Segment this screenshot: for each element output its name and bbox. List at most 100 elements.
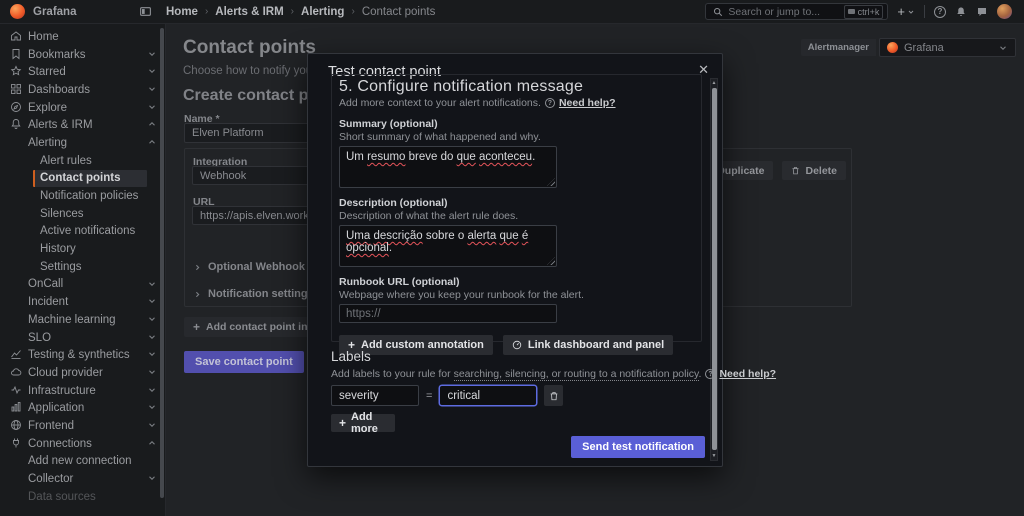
alertmanager-label: Alertmanager: [801, 39, 876, 56]
chevron-down-icon: [147, 349, 157, 359]
resize-handle-icon[interactable]: [547, 178, 555, 186]
need-help-link[interactable]: Need help?: [559, 97, 616, 109]
brand-area: Grafana: [0, 4, 166, 19]
summary-description: Short summary of what happened and why.: [339, 131, 693, 143]
chevron-up-icon: [147, 137, 157, 147]
sidebar-item-contact-points[interactable]: Contact points: [0, 170, 165, 188]
runbook-url-input[interactable]: https://: [339, 304, 557, 323]
sidebar-item-cloud-provider[interactable]: Cloud provider: [0, 364, 165, 382]
topbar-divider: [924, 5, 925, 18]
breadcrumb-home[interactable]: Home: [166, 6, 198, 18]
message-icon[interactable]: [976, 6, 988, 18]
sidebar-item-machine-learning[interactable]: Machine learning: [0, 311, 165, 329]
sidebar-item-alerting[interactable]: Alerting: [0, 134, 165, 152]
runbook-field-block: Runbook URL (optional) Webpage where you…: [339, 276, 693, 323]
grafana-app: Grafana Home › Alerts & IRM › Alerting ›…: [0, 0, 1024, 516]
scrollbar-thumb[interactable]: [712, 88, 717, 450]
sidebar-item-explore[interactable]: Explore: [0, 99, 165, 117]
sidebar-item-testing-synthetics[interactable]: Testing & synthetics: [0, 346, 165, 364]
sidebar-item-add-new-connection[interactable]: Add new connection: [0, 453, 165, 471]
sidebar-item-collector[interactable]: Collector: [0, 470, 165, 488]
search-icon: [713, 7, 723, 17]
send-test-notification-button[interactable]: Send test notification: [571, 436, 705, 458]
chevron-down-icon: [147, 84, 157, 94]
grafana-logo-icon[interactable]: [10, 4, 25, 19]
link-dashboard-and-panel-button[interactable]: Link dashboard and panel: [503, 335, 673, 355]
dock-sidebar-icon[interactable]: [139, 5, 152, 18]
description-textarea[interactable]: Uma descrição sobre o alerta que é opcio…: [339, 225, 557, 267]
sidebar-item-alerts-irm[interactable]: Alerts & IRM: [0, 116, 165, 134]
sidebar-item-incident[interactable]: Incident: [0, 293, 165, 311]
test-contact-point-modal: Test contact point ✕ ▲ ▼ 5. Configure no…: [307, 53, 723, 467]
search-shortcut-kbd: ctrl+k: [844, 5, 884, 19]
chevron-right-icon: [193, 290, 202, 299]
brand-name: Grafana: [33, 6, 76, 18]
breadcrumb-alerting[interactable]: Alerting: [301, 6, 344, 18]
breadcrumb-separator: ›: [291, 6, 294, 17]
plus-icon: +: [339, 416, 346, 430]
sidebar-nav: HomeBookmarksStarredDashboardsExploreAle…: [0, 24, 166, 516]
chevron-up-icon: [147, 438, 157, 448]
notification-settings-toggle[interactable]: Notification settings: [193, 288, 314, 300]
breadcrumb: Home › Alerts & IRM › Alerting › Contact…: [166, 6, 435, 18]
chevron-down-icon: [147, 314, 157, 324]
sidebar-item-infrastructure[interactable]: Infrastructure: [0, 382, 165, 400]
sidebar-item-alert-rules[interactable]: Alert rules: [0, 152, 165, 170]
search-input[interactable]: Search or jump to... ctrl+k: [705, 3, 888, 20]
labels-description: Add labels to your rule for searching, s…: [331, 368, 701, 380]
remove-label-button[interactable]: [544, 385, 563, 406]
avatar[interactable]: [997, 4, 1012, 19]
sidebar-item-application[interactable]: Application: [0, 399, 165, 417]
delete-button[interactable]: Delete: [782, 161, 846, 180]
sidebar-item-data-sources[interactable]: Data sources: [0, 488, 165, 506]
chevron-down-icon: [147, 332, 157, 342]
summary-textarea[interactable]: Um resumo breve do que aconteceu.: [339, 146, 557, 188]
modal-body: 5. Configure notification message Add mo…: [331, 74, 702, 432]
sidebar-item-home[interactable]: Home: [0, 28, 165, 46]
sidebar-item-slo[interactable]: SLO: [0, 329, 165, 347]
chevron-down-icon: [147, 367, 157, 377]
sidebar-item-starred[interactable]: Starred: [0, 63, 165, 81]
chevron-up-icon: [147, 119, 157, 129]
sidebar-item-dashboards[interactable]: Dashboards: [0, 81, 165, 99]
resize-handle-icon[interactable]: [547, 257, 555, 265]
sidebar-item-history[interactable]: History: [0, 240, 165, 258]
new-menu-button[interactable]: +: [897, 4, 915, 19]
sidebar-item-silences[interactable]: Silences: [0, 205, 165, 223]
sidebar-item-oncall[interactable]: OnCall: [0, 276, 165, 294]
add-more-button[interactable]: + Add more: [331, 414, 395, 432]
modal-scrollbar[interactable]: ▲ ▼: [710, 78, 718, 461]
breadcrumb-alerts-irm[interactable]: Alerts & IRM: [215, 6, 283, 18]
breadcrumb-separator: ›: [351, 6, 354, 17]
label-row: severity = critical: [331, 385, 702, 406]
label-value-input[interactable]: critical: [439, 385, 537, 406]
activity-icon: [10, 384, 22, 396]
notifications-bell-icon[interactable]: [955, 6, 967, 18]
help-icon[interactable]: ?: [934, 6, 946, 18]
label-key-input[interactable]: severity: [331, 385, 419, 406]
chevron-down-icon: [147, 66, 157, 76]
sidebar-item-notification-policies[interactable]: Notification policies: [0, 187, 165, 205]
sidebar-item-settings[interactable]: Settings: [0, 258, 165, 276]
labels-need-help-link[interactable]: Need help?: [719, 368, 776, 380]
page-title: Contact points: [183, 37, 316, 59]
section-subheading: Add more context to your alert notificat…: [339, 97, 541, 109]
chevron-down-icon: [907, 8, 915, 16]
top-bar: Grafana Home › Alerts & IRM › Alerting ›…: [0, 0, 1024, 24]
save-contact-point-button[interactable]: Save contact point: [184, 351, 304, 373]
chevron-down-icon: [147, 473, 157, 483]
sidebar-item-active-notifications[interactable]: Active notifications: [0, 223, 165, 241]
runbook-description: Webpage where you keep your runbook for …: [339, 289, 693, 301]
cloud-icon: [10, 366, 22, 378]
sidebar-item-connections[interactable]: Connections: [0, 435, 165, 453]
runbook-label: Runbook URL (optional): [339, 276, 693, 288]
scroll-down-icon[interactable]: ▼: [711, 452, 717, 460]
sidebar-item-bookmarks[interactable]: Bookmarks: [0, 46, 165, 64]
scroll-up-icon[interactable]: ▲: [711, 79, 717, 87]
home-icon: [10, 30, 22, 42]
alertmanager-select[interactable]: Grafana: [879, 38, 1016, 57]
sidebar-item-frontend[interactable]: Frontend: [0, 417, 165, 435]
mod-key-icon: [848, 9, 855, 14]
breadcrumb-contact-points: Contact points: [362, 6, 436, 18]
topbar-actions: Search or jump to... ctrl+k + ?: [705, 3, 1024, 20]
